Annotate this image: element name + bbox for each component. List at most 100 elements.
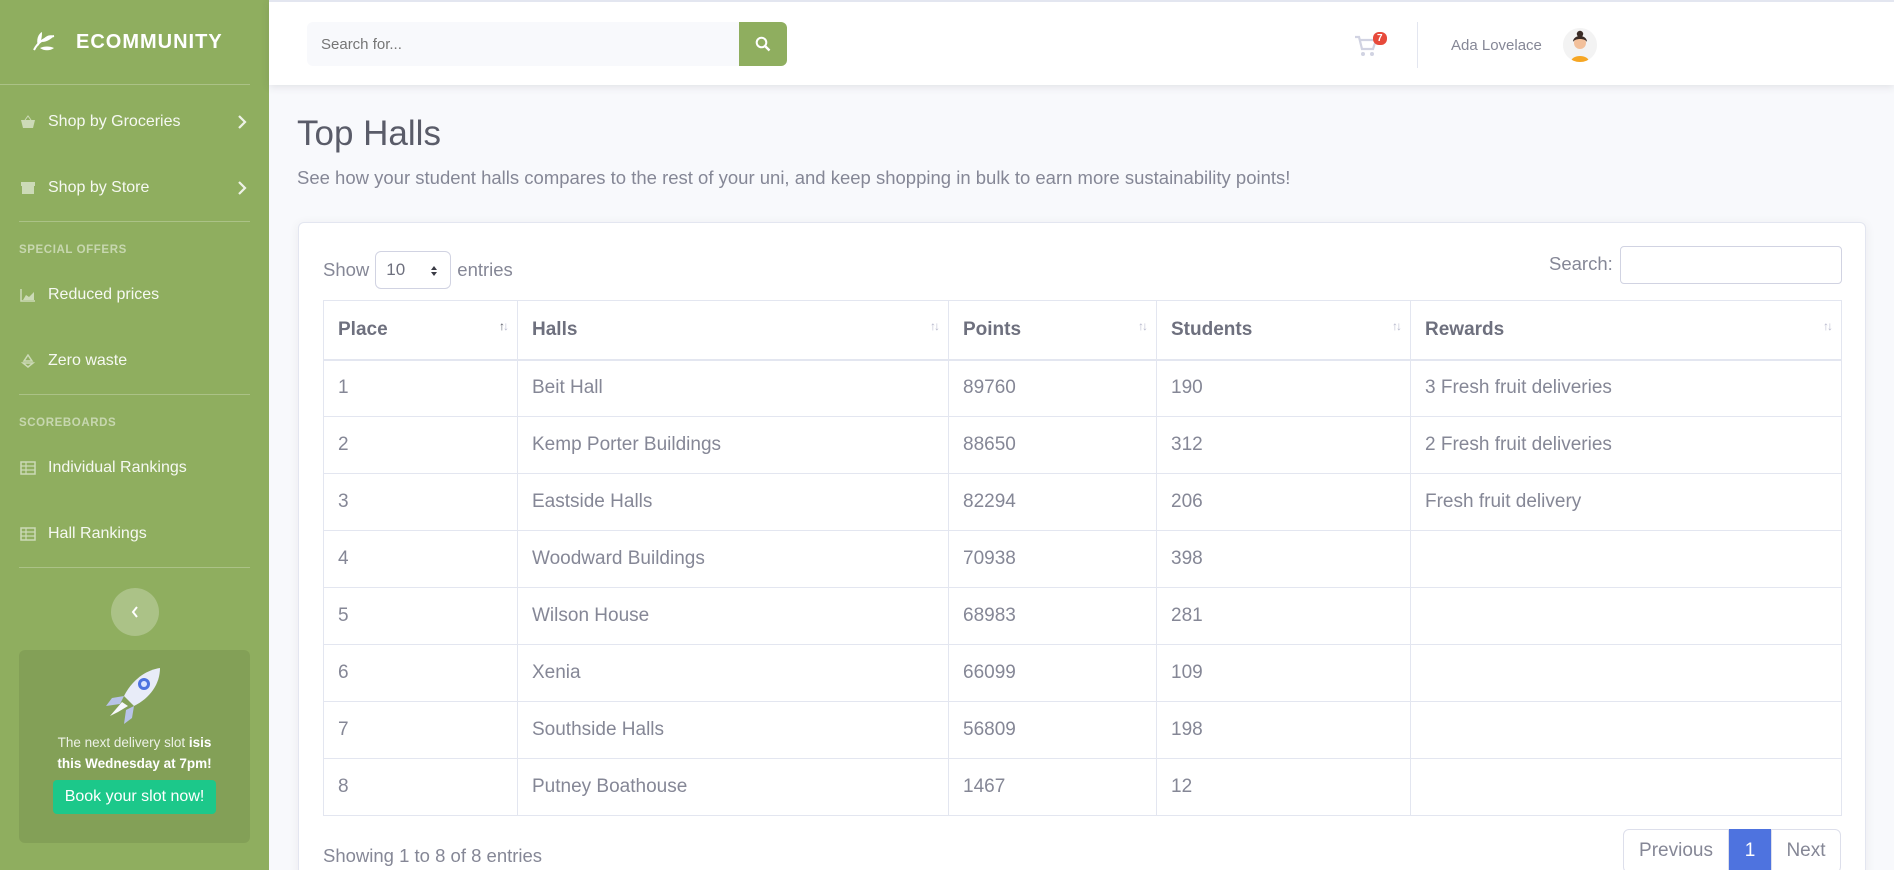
cell-hall: Eastside Halls xyxy=(517,473,949,531)
search-button[interactable] xyxy=(739,22,787,66)
cell-rewards xyxy=(1410,644,1842,702)
table-icon xyxy=(20,527,36,541)
table-row: 8 Putney Boathouse 1467 12 xyxy=(323,758,1842,816)
column-label: Students xyxy=(1171,318,1253,340)
promo-text-bold-2: this Wednesday at 7pm! xyxy=(57,756,212,771)
chevron-right-icon xyxy=(238,181,247,195)
page-size-value: 10 xyxy=(386,260,406,279)
sidebar-item-label: Shop by Store xyxy=(48,179,150,196)
promo-text: The next delivery slot isis this Wednesd… xyxy=(19,732,250,774)
cell-hall: Wilson House xyxy=(517,587,949,645)
table-header-row: Place ↑↓ Halls ↑↓ Points ↑↓ Students ↑↓ Rewa… xyxy=(323,300,1842,361)
table-row: 6 Xenia 66099 109 xyxy=(323,644,1842,702)
column-header-points[interactable]: Points ↑↓ xyxy=(948,300,1157,361)
cell-rewards xyxy=(1410,530,1842,588)
cell-place: 8 xyxy=(323,758,518,816)
cell-points: 56809 xyxy=(948,701,1157,759)
column-header-students[interactable]: Students ↑↓ xyxy=(1156,300,1411,361)
promo-text-bold-1: isis xyxy=(188,735,212,750)
select-arrows-icon xyxy=(431,266,438,276)
cell-rewards xyxy=(1410,587,1842,645)
table-search-input[interactable] xyxy=(1620,246,1842,284)
page-1-button[interactable]: 1 xyxy=(1729,829,1771,870)
topbar-search xyxy=(307,22,787,66)
sidebar-toggle-button[interactable] xyxy=(110,588,159,636)
sort-icon: ↑↓ xyxy=(1823,319,1833,333)
avatar[interactable] xyxy=(1563,28,1597,62)
sort-icon: ↑↓ xyxy=(930,319,940,333)
book-slot-button[interactable]: Book your slot now! xyxy=(52,780,217,814)
sidebar-item-reduced-prices[interactable]: Reduced prices xyxy=(0,262,269,328)
chart-area-icon xyxy=(20,289,35,302)
search-input[interactable] xyxy=(307,22,739,66)
user-avatar-icon xyxy=(1563,28,1597,62)
cell-points: 70938 xyxy=(948,530,1157,588)
cell-points: 88650 xyxy=(948,416,1157,474)
sidebar-item-label: Shop by Groceries xyxy=(48,113,181,130)
column-header-halls[interactable]: Halls ↑↓ xyxy=(517,300,949,361)
cell-students: 12 xyxy=(1156,758,1411,816)
cell-points: 68983 xyxy=(948,587,1157,645)
cell-place: 2 xyxy=(323,416,518,474)
table-row: 5 Wilson House 68983 281 xyxy=(323,587,1842,645)
table-info: Showing 1 to 8 of 8 entries xyxy=(323,845,543,866)
column-label: Place xyxy=(338,318,388,340)
store-icon xyxy=(21,182,35,194)
entries-label: entries xyxy=(457,259,513,280)
cell-rewards: 3 Fresh fruit deliveries xyxy=(1410,359,1842,417)
cell-students: 398 xyxy=(1156,530,1411,588)
table-icon xyxy=(20,461,36,475)
chevron-left-icon xyxy=(131,606,138,618)
cell-place: 1 xyxy=(323,359,518,417)
table-row: 4 Woodward Buildings 70938 398 xyxy=(323,530,1842,588)
cell-hall: Southside Halls xyxy=(517,701,949,759)
column-header-rewards[interactable]: Rewards ↑↓ xyxy=(1410,300,1842,361)
column-header-place[interactable]: Place ↑↓ xyxy=(323,300,518,361)
table-row: 2 Kemp Porter Buildings 88650 312 2 Fresh fr… xyxy=(323,416,1842,474)
chevron-right-icon xyxy=(238,115,247,129)
show-entries: Show 10 entries xyxy=(323,251,513,289)
promo-text-plain: The next delivery slot xyxy=(57,735,189,750)
page-description: See how your student halls compares to t… xyxy=(297,167,1291,188)
cell-rewards xyxy=(1410,701,1842,759)
user-name[interactable]: Ada Lovelace xyxy=(1451,37,1542,54)
sort-asc-icon: ↑↓ xyxy=(499,319,509,333)
table-row: 3 Eastside Halls 82294 206 Fresh fruit deliv… xyxy=(323,473,1842,531)
next-page-button[interactable]: Next xyxy=(1771,829,1841,870)
sidebar-item-groceries[interactable]: Shop by Groceries xyxy=(0,89,269,155)
brand-name: ECOMMUNITY xyxy=(76,30,223,53)
rankings-card: Show 10 entries Search: Place ↑↓ Halls ↑↓ … xyxy=(298,222,1866,870)
delivery-promo-card: The next delivery slot isis this Wednesd… xyxy=(19,650,250,843)
sidebar-item-label: Individual Rankings xyxy=(48,459,187,476)
cell-rewards: 2 Fresh fruit deliveries xyxy=(1410,416,1842,474)
cell-hall: Xenia xyxy=(517,644,949,702)
page-size-select[interactable]: 10 xyxy=(375,251,452,289)
halls-table: Place ↑↓ Halls ↑↓ Points ↑↓ Students ↑↓ Rewa… xyxy=(323,300,1842,816)
sidebar-item-label: Hall Rankings xyxy=(48,525,147,542)
sidebar: ECOMMUNITY Shop by Groceries Shop by Sto… xyxy=(0,0,269,870)
previous-page-button[interactable]: Previous xyxy=(1623,829,1729,870)
cell-points: 82294 xyxy=(948,473,1157,531)
sidebar-item-individual-rankings[interactable]: Individual Rankings xyxy=(0,435,269,501)
cell-students: 109 xyxy=(1156,644,1411,702)
sidebar-heading-offers: SPECIAL OFFERS xyxy=(19,244,127,256)
sort-icon: ↑↓ xyxy=(1138,319,1148,333)
sort-icon: ↑↓ xyxy=(1392,319,1402,333)
sidebar-item-label: Zero waste xyxy=(48,352,128,369)
cell-hall: Kemp Porter Buildings xyxy=(517,416,949,474)
cell-place: 7 xyxy=(323,701,518,759)
cell-rewards: Fresh fruit delivery xyxy=(1410,473,1842,531)
column-label: Points xyxy=(963,318,1022,340)
column-label: Halls xyxy=(532,318,578,340)
topbar-divider xyxy=(1417,22,1418,68)
topbar: 7 Ada Lovelace xyxy=(269,0,1894,85)
cell-hall: Putney Boathouse xyxy=(517,758,949,816)
sidebar-item-hall-rankings[interactable]: Hall Rankings xyxy=(0,501,269,567)
sidebar-item-zero-waste[interactable]: Zero waste xyxy=(0,328,269,394)
cell-hall: Beit Hall xyxy=(517,359,949,417)
sidebar-item-store[interactable]: Shop by Store xyxy=(0,155,269,221)
brand[interactable]: ECOMMUNITY xyxy=(0,0,250,85)
sidebar-divider xyxy=(19,567,250,568)
cell-hall: Woodward Buildings xyxy=(517,530,949,588)
column-label: Rewards xyxy=(1425,318,1505,340)
